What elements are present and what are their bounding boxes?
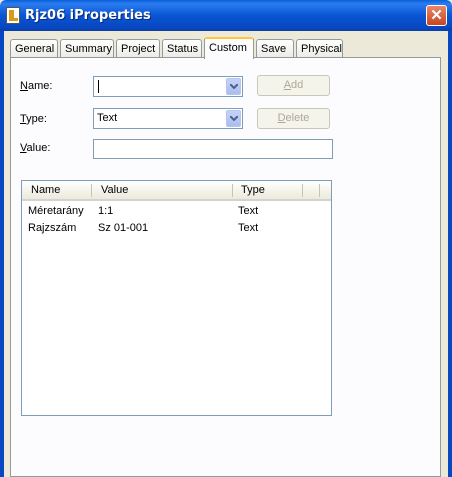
title-bar: Rjz06 iProperties ✕ xyxy=(0,0,452,31)
column-divider[interactable] xyxy=(91,184,92,197)
close-button[interactable]: ✕ xyxy=(426,5,447,26)
row-type: Text xyxy=(238,222,259,234)
tab-save[interactable]: Save xyxy=(256,39,294,57)
column-header-value[interactable]: Value xyxy=(101,184,128,196)
column-header-name[interactable]: Name xyxy=(31,184,60,196)
type-label: Type: xyxy=(20,113,47,125)
tab-general[interactable]: General xyxy=(10,39,58,57)
delete-button[interactable]: Delete xyxy=(257,108,330,129)
list-header: Name Value Type xyxy=(22,181,331,201)
row-name: Méretarány xyxy=(28,205,84,217)
properties-list[interactable]: Name Value Type Méretarány 1:1 Text Rajz… xyxy=(21,180,332,416)
tab-physical[interactable]: Physical xyxy=(296,39,343,57)
row-value: Sz 01-001 xyxy=(98,222,149,234)
column-divider[interactable] xyxy=(232,184,233,197)
column-header-type[interactable]: Type xyxy=(241,184,265,196)
column-divider[interactable] xyxy=(302,184,303,197)
tab-project[interactable]: Project xyxy=(116,39,160,57)
value-label: Value: xyxy=(20,142,51,154)
type-value: Text xyxy=(97,112,118,124)
tab-summary[interactable]: Summary xyxy=(60,39,114,57)
window-title: Rjz06 iProperties xyxy=(25,8,151,23)
tab-status[interactable]: Status xyxy=(162,39,202,57)
add-button[interactable]: Add xyxy=(257,75,330,96)
window-frame-right xyxy=(448,31,452,477)
row-name: Rajzszám xyxy=(28,222,77,234)
value-input[interactable] xyxy=(93,139,333,159)
window-frame-left xyxy=(0,31,4,477)
column-divider[interactable] xyxy=(319,184,320,197)
type-combobox[interactable]: Text xyxy=(93,108,243,129)
name-combobox[interactable] xyxy=(93,76,243,97)
row-value: 1:1 xyxy=(98,205,114,217)
tab-custom[interactable]: Custom xyxy=(204,37,254,59)
name-label: Name: xyxy=(20,80,53,92)
chevron-down-icon xyxy=(230,116,238,121)
list-row[interactable]: Rajzszám Sz 01-001 Text xyxy=(22,220,331,237)
list-row[interactable]: Méretarány 1:1 Text xyxy=(22,203,331,220)
text-cursor xyxy=(98,80,99,93)
app-icon xyxy=(6,7,20,24)
type-dropdown-button[interactable] xyxy=(226,110,241,127)
name-dropdown-button[interactable] xyxy=(226,78,241,95)
row-type: Text xyxy=(238,205,259,217)
chevron-down-icon xyxy=(230,84,238,89)
